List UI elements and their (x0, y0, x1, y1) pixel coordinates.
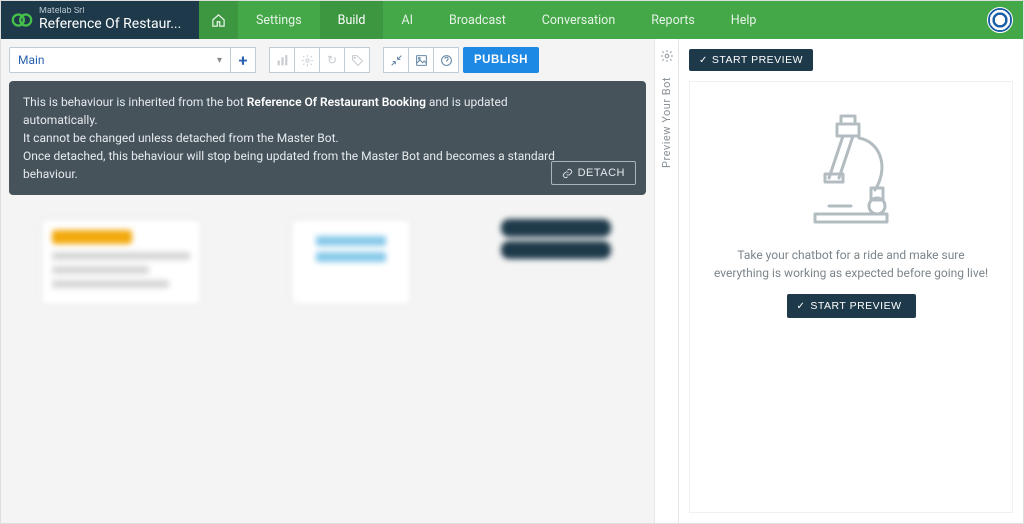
chevron-down-icon: ▾ (217, 55, 222, 66)
avatar[interactable] (987, 7, 1013, 33)
topbar: Matelab Srl Reference Of Restaur... Sett… (1, 1, 1023, 39)
nav: Settings Build AI Broadcast Conversation… (199, 1, 977, 39)
nav-settings[interactable]: Settings (238, 1, 320, 39)
inheritance-notice: This is behaviour is inherited from the … (9, 81, 646, 195)
start-preview-top-label: START PREVIEW (712, 54, 803, 66)
preview-body: Take your chatbot for a ride and make su… (689, 81, 1013, 513)
brand[interactable]: Matelab Srl Reference Of Restaur... (1, 1, 199, 39)
check-icon (699, 54, 708, 66)
behaviour-select[interactable]: Main ▾ (9, 47, 231, 73)
analytics-icon (269, 47, 295, 73)
detach-label: DETACH (578, 167, 625, 179)
preview-settings-icon[interactable] (660, 49, 674, 67)
behaviour-select-value: Main (18, 53, 45, 67)
start-preview-label: START PREVIEW (810, 300, 901, 312)
brand-org: Matelab Srl (39, 7, 181, 16)
notice-line1a: This is behaviour is inherited from the … (23, 95, 247, 109)
toolbar: Main ▾ + ↻ PUBL (1, 39, 654, 81)
tag-icon (344, 47, 370, 73)
preview-side-label: Preview Your Bot (660, 77, 673, 168)
brand-title: Reference Of Restaur... (39, 16, 181, 33)
notice-line3: Once detached, this behaviour will stop … (23, 149, 555, 181)
nav-reports[interactable]: Reports (633, 1, 713, 39)
brand-logo-icon (11, 9, 33, 31)
nav-home[interactable] (199, 1, 238, 39)
image-icon[interactable] (408, 47, 434, 73)
builder-canvas: Main ▾ + ↻ PUBL (1, 39, 654, 523)
preview-description: Take your chatbot for a ride and make su… (710, 246, 992, 282)
nav-conversation[interactable]: Conversation (524, 1, 633, 39)
start-preview-button[interactable]: START PREVIEW (787, 294, 916, 318)
start-preview-top-button[interactable]: START PREVIEW (689, 49, 813, 71)
unlink-icon (562, 168, 573, 179)
publish-button[interactable]: PUBLISH (463, 47, 539, 73)
nav-broadcast[interactable]: Broadcast (431, 1, 524, 39)
check-icon (797, 300, 806, 312)
detach-button[interactable]: DETACH (551, 161, 636, 185)
preview-sidebar: Preview Your Bot (654, 39, 678, 523)
background-flow (41, 219, 614, 305)
nav-help[interactable]: Help (713, 1, 775, 39)
notice-bot-name: Reference Of Restaurant Booking (247, 95, 426, 109)
add-behaviour-button[interactable]: + (230, 47, 256, 73)
nav-build[interactable]: Build (320, 1, 384, 39)
help-icon[interactable] (433, 47, 459, 73)
preview-panel: START PREVIEW Take your chatbot for a ri… (678, 39, 1023, 523)
home-icon (211, 13, 226, 28)
microscope-icon (801, 110, 901, 230)
collapse-icon[interactable] (383, 47, 409, 73)
notice-line2: It cannot be changed unless detached fro… (23, 131, 339, 145)
gear-icon (294, 47, 320, 73)
nav-ai[interactable]: AI (383, 1, 431, 39)
redo-icon: ↻ (319, 47, 345, 73)
